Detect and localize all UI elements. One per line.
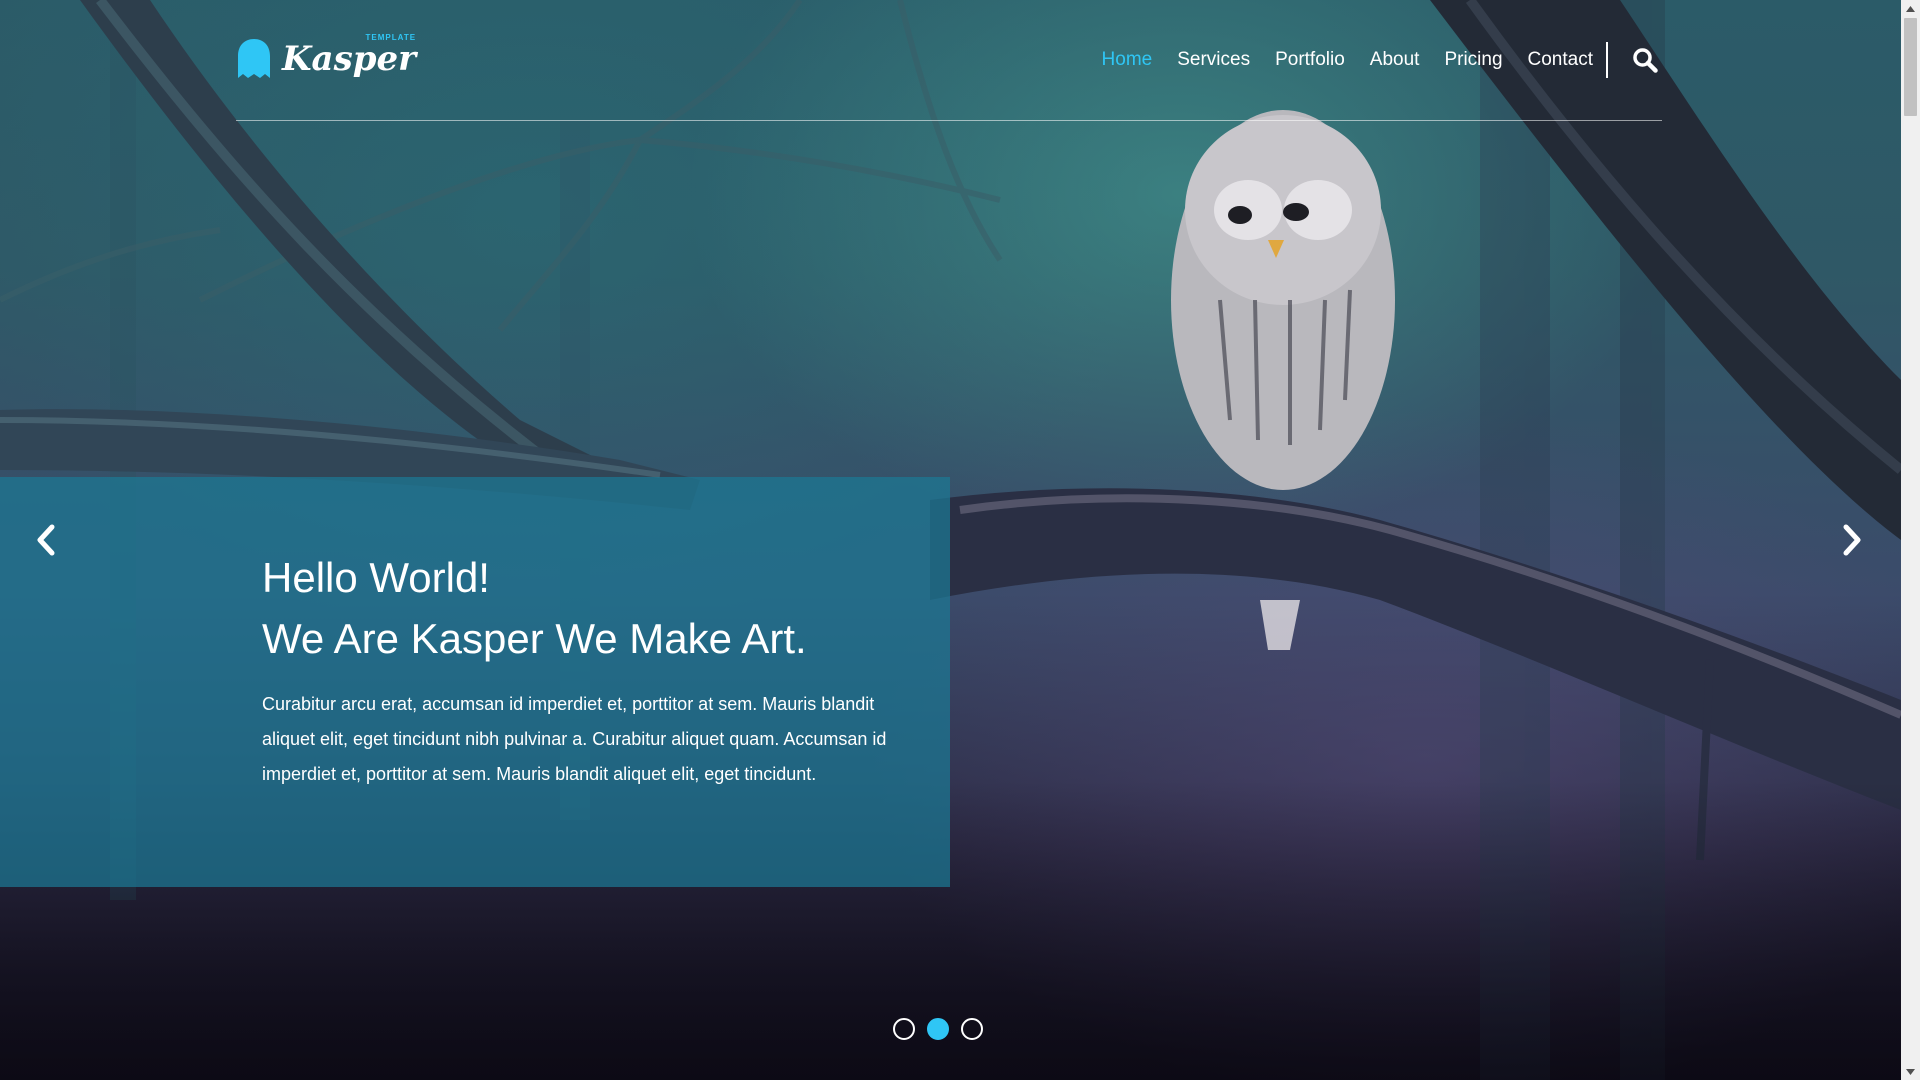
chevron-right-icon: [1843, 524, 1861, 556]
nav-portfolio[interactable]: Portfolio: [1275, 49, 1345, 71]
chevron-left-icon: [37, 524, 55, 556]
slider-prev-button[interactable]: [28, 520, 64, 560]
nav-divider: [1606, 42, 1608, 78]
page-scrollbar[interactable]: [1901, 0, 1920, 1080]
slider-dot-2[interactable]: [927, 1018, 949, 1040]
hero-description: Curabitur arcu erat, accumsan id imperdi…: [262, 694, 887, 784]
nav-pricing[interactable]: Pricing: [1444, 49, 1502, 71]
slider-dot-1[interactable]: [893, 1018, 915, 1040]
logo-tag: TEMPLATE: [365, 33, 417, 42]
scroll-down-arrow-icon: [1906, 1068, 1915, 1075]
nav-services[interactable]: Services: [1177, 49, 1250, 71]
nav-about[interactable]: About: [1370, 49, 1420, 71]
scroll-down-button[interactable]: [1901, 1063, 1920, 1080]
slider-dot-3[interactable]: [961, 1018, 983, 1040]
scroll-up-button[interactable]: [1901, 0, 1920, 17]
slider-next-button[interactable]: [1834, 520, 1870, 560]
search-icon: [1633, 48, 1658, 73]
hero-title: Hello World! We Are Kasper We Make Art.: [262, 547, 807, 669]
scroll-thumb[interactable]: [1904, 18, 1917, 116]
logo-name: Kasper: [282, 39, 417, 79]
nav-home[interactable]: Home: [1102, 49, 1153, 71]
main-nav: Home Services Portfolio About Pricing Co…: [1077, 36, 1662, 84]
page-viewport: Kasper TEMPLATE Home Services Portfolio …: [0, 0, 1901, 1080]
logo-wordmark: Kasper TEMPLATE: [282, 33, 417, 79]
hero-caption-panel: Hello World! We Are Kasper We Make Art. …: [0, 477, 950, 887]
slider-dots: [893, 1018, 995, 1040]
ghost-logo-icon: [238, 39, 270, 78]
search-button[interactable]: [1628, 42, 1662, 78]
scroll-up-arrow-icon: [1906, 5, 1915, 12]
site-logo[interactable]: Kasper TEMPLATE: [236, 33, 417, 84]
hero-title-line-2: We Are Kasper We Make Art.: [262, 615, 807, 662]
hero-title-line-1: Hello World!: [262, 554, 490, 601]
nav-contact[interactable]: Contact: [1528, 49, 1593, 71]
site-header: Kasper TEMPLATE Home Services Portfolio …: [236, 0, 1662, 121]
